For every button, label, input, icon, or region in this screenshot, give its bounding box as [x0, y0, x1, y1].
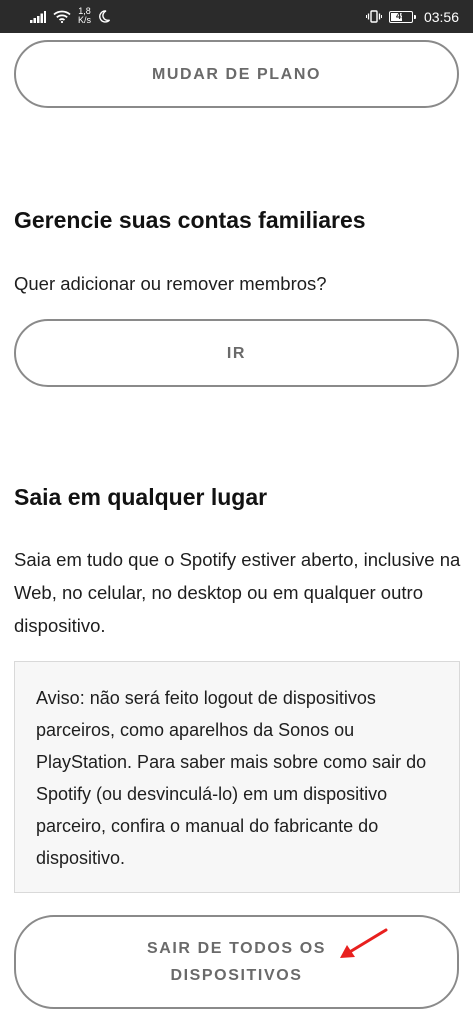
status-bar-right: 49 03:56 — [365, 8, 459, 25]
battery-icon: 49 — [388, 10, 416, 23]
family-section-description: Quer adicionar ou remover membros? — [14, 273, 327, 294]
change-plan-button[interactable]: MUDAR DE PLANO — [14, 40, 459, 108]
annotation-arrow-icon — [340, 928, 388, 958]
status-bar-left: 1,8 K/s — [30, 6, 111, 25]
manage-family-go-label: IR — [226, 344, 247, 362]
signal-icon — [30, 10, 46, 23]
family-section-title: Gerencie suas contas familiares — [14, 207, 366, 233]
signout-section-description: Saia em tudo que o Spotify estiver abert… — [14, 549, 461, 636]
network-speed: 1,8 K/s — [78, 6, 92, 25]
change-plan-label: MUDAR DE PLANO — [151, 65, 322, 83]
clock: 03:56 — [423, 8, 459, 25]
partner-devices-notice: Aviso: não será feito logout de disposit… — [14, 661, 460, 893]
manage-family-go-button[interactable]: IR — [14, 319, 459, 387]
vibrate-icon — [365, 10, 382, 23]
sign-out-everywhere-button[interactable]: SAIR DE TODOS OS DISPOSITIVOS — [14, 915, 459, 1009]
wifi-icon — [53, 10, 71, 23]
sign-out-everywhere-label: SAIR DE TODOS OS DISPOSITIVOS — [146, 940, 327, 984]
battery-level: 49 — [395, 11, 406, 21]
moon-icon — [99, 10, 111, 23]
status-bar: 1,8 K/s 49 03:56 — [0, 0, 473, 33]
signout-section-title: Saia em qualquer lugar — [14, 484, 268, 510]
partner-devices-notice-text: Aviso: não será feito logout de disposit… — [36, 688, 427, 868]
network-speed-unit: K/s — [78, 14, 92, 25]
